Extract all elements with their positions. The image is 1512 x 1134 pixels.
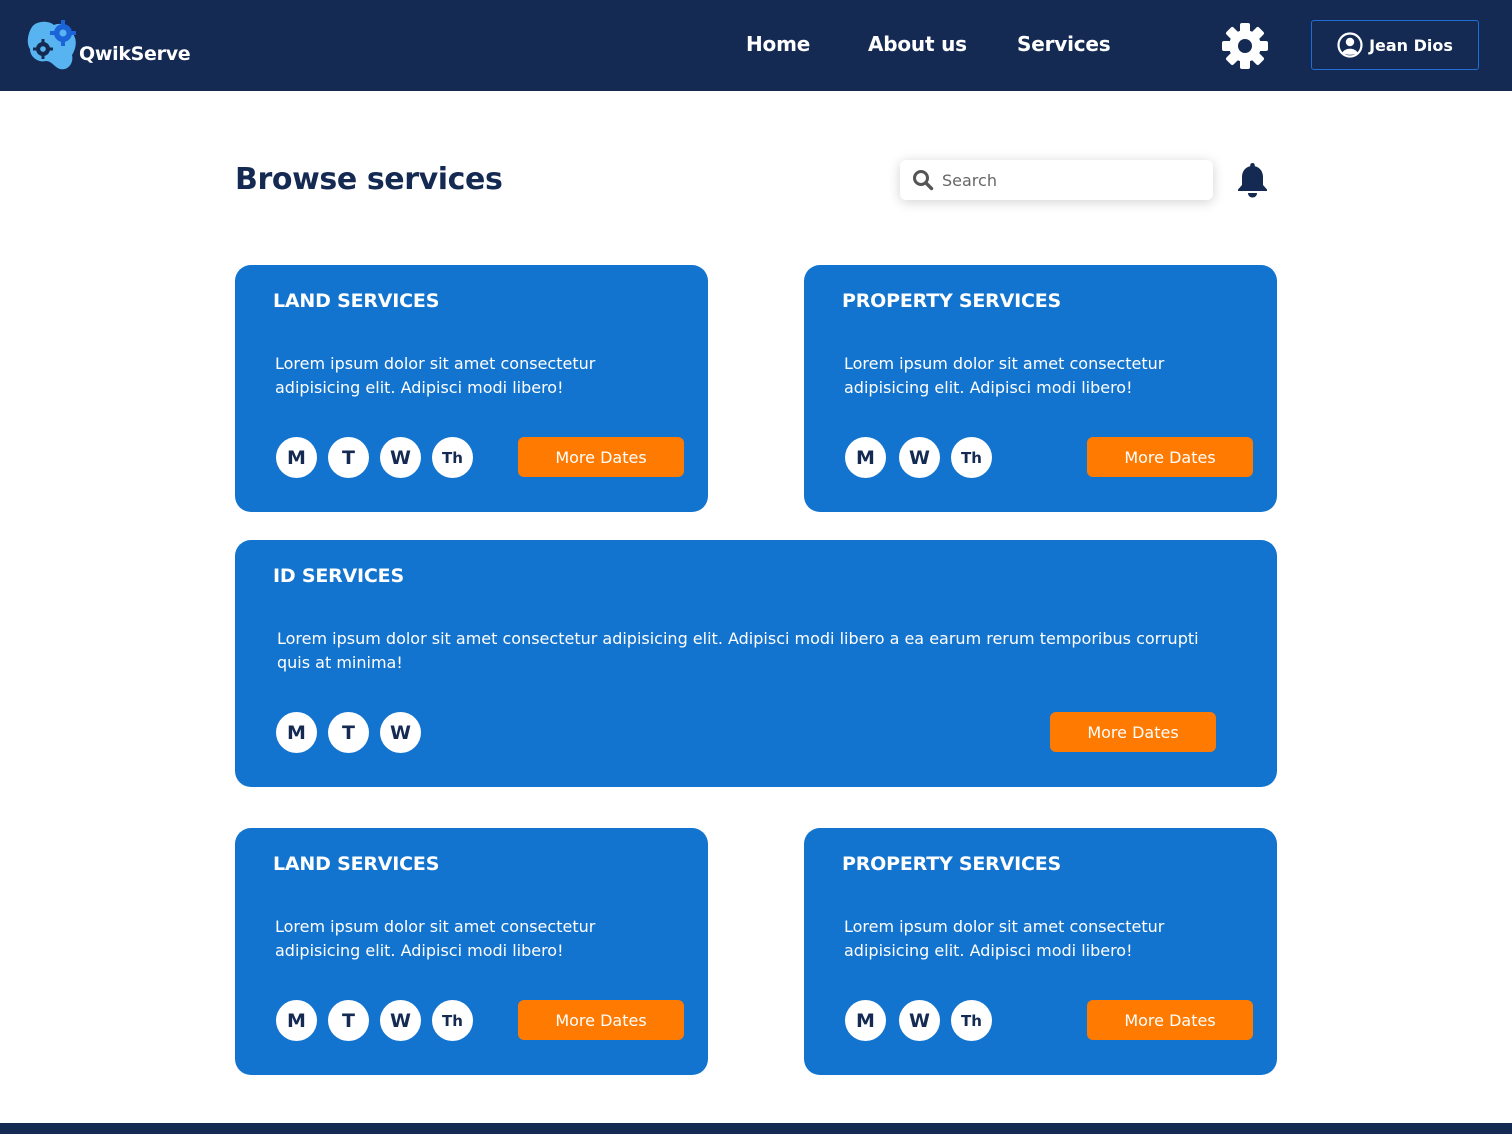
day-chip[interactable]: W bbox=[899, 437, 940, 478]
service-card-id: ID SERVICES Lorem ipsum dolor sit amet c… bbox=[235, 540, 1277, 787]
more-dates-button[interactable]: More Dates bbox=[1050, 712, 1216, 752]
day-chip[interactable]: T bbox=[328, 437, 369, 478]
day-chip[interactable]: Th bbox=[951, 437, 992, 478]
day-chip[interactable]: Th bbox=[951, 1000, 992, 1041]
day-list: M T W Th bbox=[276, 1000, 473, 1041]
more-dates-button[interactable]: More Dates bbox=[518, 437, 684, 477]
app-name: QwikServe bbox=[79, 43, 191, 65]
day-list: M T W bbox=[276, 712, 421, 753]
nav-link-home[interactable]: Home bbox=[746, 32, 810, 56]
day-list: M T W Th bbox=[276, 437, 473, 478]
day-chip[interactable]: M bbox=[276, 437, 317, 478]
day-chip[interactable]: W bbox=[380, 712, 421, 753]
search-icon bbox=[913, 170, 934, 191]
day-chip[interactable]: M bbox=[845, 1000, 886, 1041]
gear-icon[interactable] bbox=[1222, 23, 1268, 69]
user-account-button[interactable]: Jean Dios bbox=[1311, 20, 1479, 70]
user-name: Jean Dios bbox=[1369, 35, 1453, 55]
service-card-land: LAND SERVICES Lorem ipsum dolor sit amet… bbox=[235, 828, 708, 1075]
card-title: LAND SERVICES bbox=[273, 853, 440, 875]
day-chip[interactable]: W bbox=[380, 437, 421, 478]
page-title: Browse services bbox=[235, 162, 503, 197]
card-description: Lorem ipsum dolor sit amet consectetur a… bbox=[844, 917, 1165, 960]
service-card-property: PROPERTY SERVICES Lorem ipsum dolor sit … bbox=[804, 265, 1277, 512]
card-title: ID SERVICES bbox=[273, 565, 404, 587]
day-chip[interactable]: M bbox=[845, 437, 886, 478]
search-box[interactable] bbox=[900, 160, 1213, 200]
bell-icon[interactable] bbox=[1236, 161, 1269, 199]
service-card-property: PROPERTY SERVICES Lorem ipsum dolor sit … bbox=[804, 828, 1277, 1075]
card-title: PROPERTY SERVICES bbox=[842, 290, 1061, 312]
more-dates-button[interactable]: More Dates bbox=[1087, 437, 1253, 477]
more-dates-button[interactable]: More Dates bbox=[518, 1000, 684, 1040]
day-chip[interactable]: Th bbox=[432, 437, 473, 478]
card-description: Lorem ipsum dolor sit amet consectetur a… bbox=[275, 917, 596, 960]
card-title: PROPERTY SERVICES bbox=[842, 853, 1061, 875]
day-chip[interactable]: T bbox=[328, 1000, 369, 1041]
top-navbar: QwikServe Home About us Services Jean Di… bbox=[0, 0, 1512, 91]
day-chip[interactable]: Th bbox=[432, 1000, 473, 1041]
day-chip[interactable]: W bbox=[899, 1000, 940, 1041]
day-list: M W Th bbox=[845, 1000, 992, 1041]
day-chip[interactable]: M bbox=[276, 712, 317, 753]
footer-bar bbox=[0, 1123, 1512, 1134]
day-chip[interactable]: M bbox=[276, 1000, 317, 1041]
more-dates-button[interactable]: More Dates bbox=[1087, 1000, 1253, 1040]
day-list: M W Th bbox=[845, 437, 992, 478]
service-card-land: LAND SERVICES Lorem ipsum dolor sit amet… bbox=[235, 265, 708, 512]
card-description: Lorem ipsum dolor sit amet consectetur a… bbox=[277, 629, 1199, 672]
user-avatar-icon bbox=[1337, 32, 1363, 58]
card-description: Lorem ipsum dolor sit amet consectetur a… bbox=[844, 354, 1165, 397]
day-chip[interactable]: T bbox=[328, 712, 369, 753]
card-description: Lorem ipsum dolor sit amet consectetur a… bbox=[275, 354, 596, 397]
nav-link-about[interactable]: About us bbox=[868, 32, 967, 56]
card-title: LAND SERVICES bbox=[273, 290, 440, 312]
logo-icon bbox=[27, 20, 76, 70]
nav-link-services[interactable]: Services bbox=[1017, 32, 1111, 56]
search-input[interactable] bbox=[942, 170, 1192, 190]
day-chip[interactable]: W bbox=[380, 1000, 421, 1041]
